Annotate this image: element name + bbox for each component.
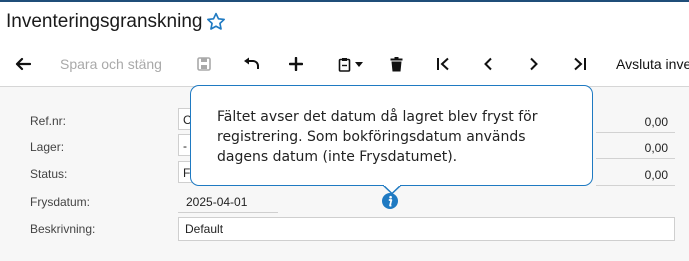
first-page-icon [437, 57, 449, 71]
total-value-3: 0,00 [644, 168, 668, 182]
status-label: Status: [30, 167, 68, 181]
add-icon [289, 57, 303, 71]
next-icon [530, 57, 538, 71]
freeze-date-label: Frysdatum: [30, 195, 91, 209]
total-underline-3 [596, 185, 675, 186]
description-label: Beskrivning: [30, 222, 96, 236]
chevron-down-icon [354, 61, 363, 67]
last-page-icon [574, 57, 586, 71]
previous-record-button[interactable] [478, 42, 498, 86]
tooltip: Fältet avser det datum då lagret blev fr… [190, 85, 593, 186]
tooltip-arrow [383, 185, 401, 194]
info-icon[interactable] [382, 193, 398, 209]
page-title: Inventeringsgranskning [6, 11, 203, 32]
first-record-button[interactable] [432, 42, 454, 86]
total-underline-2 [596, 158, 675, 159]
next-record-button[interactable] [524, 42, 544, 86]
delete-icon [390, 56, 402, 71]
description-field[interactable]: Default [178, 217, 675, 241]
toolbar: Spara och stäng Avsluta inve [0, 42, 689, 87]
tooltip-text: Fältet avser det datum då lagret blev fr… [217, 109, 538, 165]
warehouse-label: Lager: [30, 140, 65, 154]
total-underline-1 [596, 132, 675, 133]
star-icon[interactable] [205, 11, 227, 33]
ref-nr-label: Ref.nr: [30, 114, 67, 128]
total-value-2: 0,00 [644, 141, 668, 155]
save-and-close-button[interactable]: Spara och stäng [60, 42, 162, 86]
undo-icon [243, 57, 259, 69]
add-button[interactable] [286, 42, 306, 86]
save-button[interactable] [194, 42, 214, 86]
back-arrow-icon [15, 57, 31, 71]
paste-dropdown-button[interactable] [334, 42, 366, 86]
back-button[interactable] [8, 42, 38, 86]
title-bar: Inventeringsgranskning [0, 2, 689, 42]
save-icon [197, 57, 211, 71]
last-record-button[interactable] [569, 42, 591, 86]
freeze-date-underline [178, 212, 278, 213]
finish-count-button[interactable]: Avsluta inve [616, 42, 689, 86]
delete-button[interactable] [386, 42, 406, 86]
clipboard-icon [338, 57, 350, 72]
previous-icon [484, 57, 492, 71]
freeze-date-field[interactable]: 2025-04-01 [186, 195, 247, 209]
undo-button[interactable] [240, 42, 262, 86]
total-value-1: 0,00 [644, 115, 668, 129]
